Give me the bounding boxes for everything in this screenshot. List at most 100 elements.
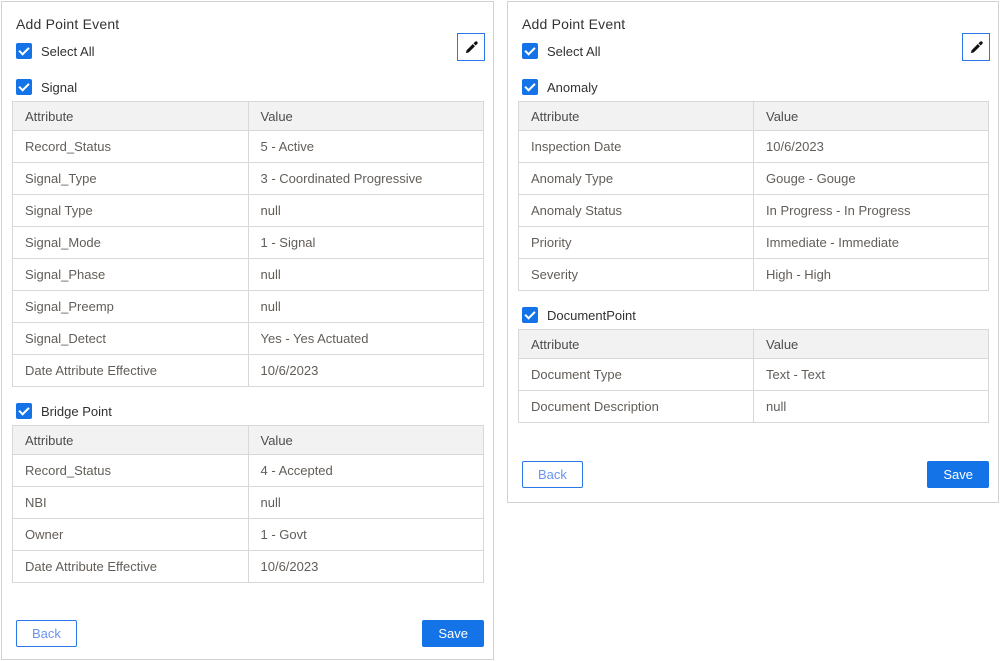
value-cell: null [248, 259, 484, 291]
eyedropper-icon [969, 40, 984, 55]
panel-title: Add Point Event [16, 15, 479, 33]
value-cell: High - High [754, 259, 989, 291]
attribute-cell: Signal_Type [13, 163, 249, 195]
panel-footer: Back Save [16, 620, 484, 647]
group-toggle-row: Anomaly [522, 79, 984, 95]
table-row: SeverityHigh - High [519, 259, 989, 291]
value-cell: null [754, 391, 989, 423]
value-cell: 1 - Signal [248, 227, 484, 259]
attributes-table: AttributeValueInspection Date10/6/2023An… [518, 101, 989, 291]
add-point-event-panel-left: Add Point Event Select All Signal Attribu… [1, 1, 494, 660]
attribute-cell: Priority [519, 227, 754, 259]
table-row: Document TypeText - Text [519, 359, 989, 391]
attributes-table: AttributeValueDocument TypeText - TextDo… [518, 329, 989, 423]
table-header-cell: Value [754, 330, 989, 359]
select-all-checkbox[interactable] [16, 43, 32, 59]
table-header-row: AttributeValue [519, 102, 989, 131]
select-all-label: Select All [41, 44, 94, 59]
eyedropper-button[interactable] [457, 33, 485, 61]
attribute-cell: Anomaly Type [519, 163, 754, 195]
value-cell: Text - Text [754, 359, 989, 391]
attributes-table: AttributeValueRecord_Status4 - AcceptedN… [12, 425, 484, 583]
eyedropper-icon [464, 40, 479, 55]
attribute-cell: Record_Status [13, 131, 249, 163]
group-checkbox[interactable] [522, 79, 538, 95]
group-label: Signal [41, 80, 77, 95]
panel-footer: Back Save [522, 461, 989, 488]
table-row: Signal_Preempnull [13, 291, 484, 323]
table-row: Date Attribute Effective10/6/2023 [13, 551, 484, 583]
table-row: NBInull [13, 487, 484, 519]
attribute-cell: NBI [13, 487, 249, 519]
attribute-cell: Document Type [519, 359, 754, 391]
value-cell: null [248, 291, 484, 323]
add-point-event-panel-right: Add Point Event Select All Anomaly Attrib… [507, 1, 999, 503]
table-header-row: AttributeValue [519, 330, 989, 359]
select-all-row: Select All [522, 43, 984, 59]
table-row: Owner1 - Govt [13, 519, 484, 551]
table-header-cell: Value [248, 426, 484, 455]
group-label: DocumentPoint [547, 308, 636, 323]
table-header-cell: Value [248, 102, 484, 131]
table-row: Record_Status4 - Accepted [13, 455, 484, 487]
attribute-cell: Record_Status [13, 455, 249, 487]
value-cell: 10/6/2023 [248, 551, 484, 583]
back-button[interactable]: Back [16, 620, 77, 647]
save-button[interactable]: Save [422, 620, 484, 647]
table-row: Signal_Type3 - Coordinated Progressive [13, 163, 484, 195]
save-button[interactable]: Save [927, 461, 989, 488]
group-label: Anomaly [547, 80, 598, 95]
value-cell: 3 - Coordinated Progressive [248, 163, 484, 195]
attribute-cell: Signal_Mode [13, 227, 249, 259]
workspace: Add Point Event Select All Signal Attribu… [0, 0, 1000, 661]
eyedropper-button[interactable] [962, 33, 990, 61]
value-cell: Gouge - Gouge [754, 163, 989, 195]
attribute-cell: Severity [519, 259, 754, 291]
value-cell: 1 - Govt [248, 519, 484, 551]
table-header-row: AttributeValue [13, 426, 484, 455]
group-toggle-row: Signal [16, 79, 479, 95]
attribute-cell: Date Attribute Effective [13, 355, 249, 387]
table-row: Signal_Mode1 - Signal [13, 227, 484, 259]
group-checkbox[interactable] [16, 79, 32, 95]
group-label: Bridge Point [41, 404, 112, 419]
table-row: Document Descriptionnull [519, 391, 989, 423]
table-header-cell: Attribute [13, 102, 249, 131]
value-cell: 10/6/2023 [754, 131, 989, 163]
panel-title: Add Point Event [522, 15, 984, 33]
attribute-cell: Anomaly Status [519, 195, 754, 227]
table-header-cell: Attribute [13, 426, 249, 455]
group-checkbox[interactable] [16, 403, 32, 419]
value-cell: 5 - Active [248, 131, 484, 163]
attributes-table: AttributeValueRecord_Status5 - ActiveSig… [12, 101, 484, 387]
table-row: PriorityImmediate - Immediate [519, 227, 989, 259]
field-groups: AnomalyAttributeValueInspection Date10/6… [522, 79, 984, 423]
table-header-row: AttributeValue [13, 102, 484, 131]
attribute-cell: Signal Type [13, 195, 249, 227]
attribute-cell: Signal_Preemp [13, 291, 249, 323]
attribute-cell: Signal_Phase [13, 259, 249, 291]
group-checkbox[interactable] [522, 307, 538, 323]
select-all-checkbox[interactable] [522, 43, 538, 59]
select-all-row: Select All [16, 43, 479, 59]
table-row: Signal Typenull [13, 195, 484, 227]
attribute-cell: Date Attribute Effective [13, 551, 249, 583]
group-toggle-row: Bridge Point [16, 403, 479, 419]
back-button[interactable]: Back [522, 461, 583, 488]
select-all-label: Select All [547, 44, 600, 59]
attribute-cell: Inspection Date [519, 131, 754, 163]
value-cell: null [248, 195, 484, 227]
table-header-cell: Value [754, 102, 989, 131]
value-cell: In Progress - In Progress [754, 195, 989, 227]
field-groups: SignalAttributeValueRecord_Status5 - Act… [16, 79, 479, 583]
table-header-cell: Attribute [519, 330, 754, 359]
table-row: Inspection Date10/6/2023 [519, 131, 989, 163]
table-row: Date Attribute Effective10/6/2023 [13, 355, 484, 387]
value-cell: Yes - Yes Actuated [248, 323, 484, 355]
attribute-cell: Document Description [519, 391, 754, 423]
table-row: Record_Status5 - Active [13, 131, 484, 163]
group-toggle-row: DocumentPoint [522, 307, 984, 323]
value-cell: 4 - Accepted [248, 455, 484, 487]
value-cell: Immediate - Immediate [754, 227, 989, 259]
value-cell: 10/6/2023 [248, 355, 484, 387]
